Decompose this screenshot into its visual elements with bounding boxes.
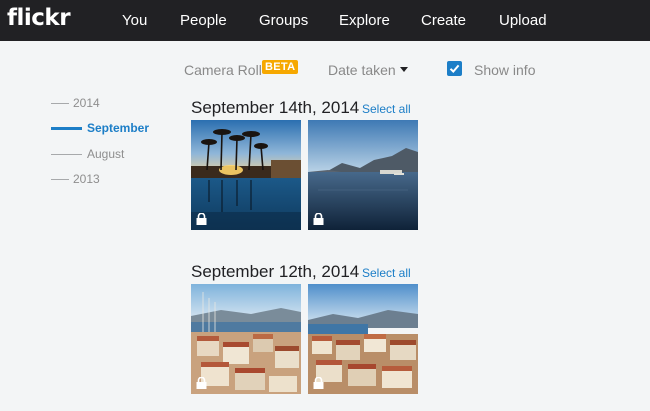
show-info-label[interactable]: Show info [474,62,535,78]
camera-roll-title: Camera Roll [184,62,262,78]
photo-thumbnail[interactable] [308,284,418,394]
photo-thumbnail[interactable] [191,120,301,230]
timeline-tick [51,179,69,180]
top-navigation-bar: flickr You People Groups Explore Create … [0,0,650,41]
camera-roll-toolbar: Camera Roll BETA Date taken Show info [0,58,650,80]
timeline-label: 2014 [73,96,100,110]
checkmark-icon [449,64,460,73]
flickr-logo[interactable]: flickr [7,5,71,31]
beta-badge: BETA [262,60,299,74]
chevron-down-icon[interactable] [400,67,408,72]
timeline-tick [51,154,82,155]
harbor-town-photo [191,284,301,394]
nav-groups[interactable]: Groups [259,12,308,29]
date-heading: September 14th, 2014 [191,98,360,117]
show-info-checkbox[interactable] [447,61,462,76]
sort-dropdown[interactable]: Date taken [328,62,396,78]
photo-thumbnail[interactable] [308,120,418,230]
timeline-label: September [87,121,150,135]
photo-thumbnail[interactable] [191,284,301,394]
timeline-label: 2013 [73,172,100,186]
timeline-tick [51,127,82,130]
coastal-town-photo [308,284,418,394]
timeline-label: August [87,147,125,161]
harbor-dusk-photo [308,120,418,230]
nav-upload[interactable]: Upload [499,12,547,29]
lock-icon [196,377,207,389]
nav-explore[interactable]: Explore [339,12,390,29]
select-all-link[interactable]: Select all [362,266,411,280]
lock-icon [313,213,324,225]
timeline-tick [51,103,69,104]
lock-icon [196,213,207,225]
nav-create[interactable]: Create [421,12,466,29]
nav-people[interactable]: People [180,12,227,29]
select-all-link[interactable]: Select all [362,102,411,116]
date-heading: September 12th, 2014 [191,262,360,281]
nav-you[interactable]: You [122,12,147,29]
lock-icon [313,377,324,389]
pool-palms-photo [191,120,301,230]
